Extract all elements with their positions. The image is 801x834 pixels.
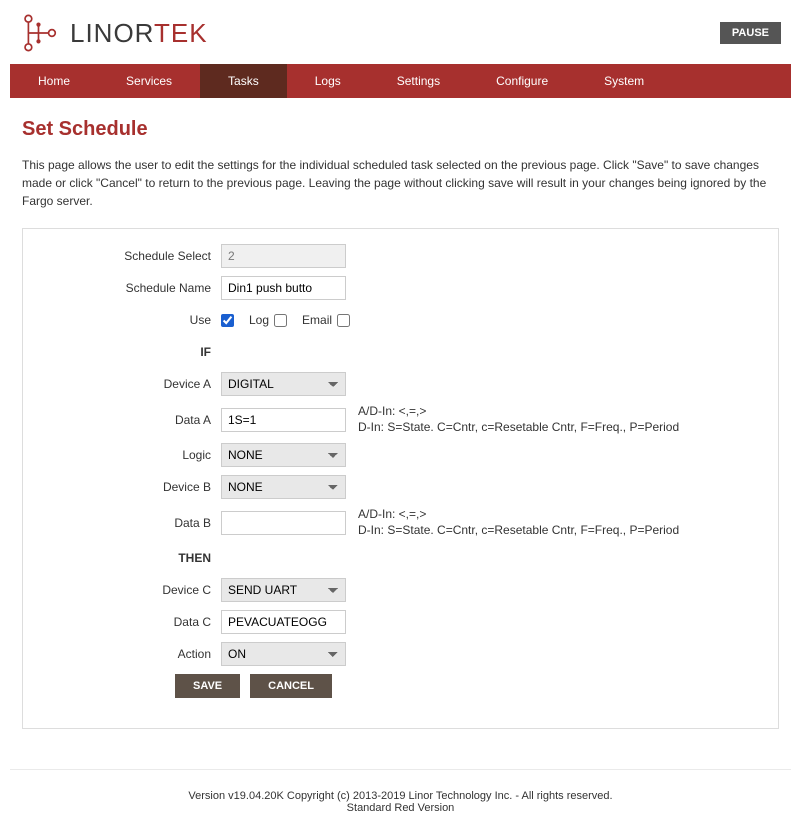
- save-button[interactable]: SAVE: [175, 674, 240, 698]
- hint-b: A/D-In: <,=,> D-In: S=State. C=Cntr, c=R…: [358, 507, 679, 538]
- cancel-button[interactable]: CANCEL: [250, 674, 332, 698]
- main-nav: Home Services Tasks Logs Settings Config…: [10, 64, 791, 98]
- logic-select[interactable]: NONE: [221, 443, 346, 467]
- footer: Version v19.04.20K Copyright (c) 2013-20…: [10, 769, 791, 834]
- data-b-input[interactable]: [221, 511, 346, 535]
- nav-configure[interactable]: Configure: [468, 64, 576, 98]
- data-c-input[interactable]: [221, 610, 346, 634]
- page-title: Set Schedule: [22, 118, 779, 141]
- nav-home[interactable]: Home: [10, 64, 98, 98]
- logic-label: Logic: [43, 448, 221, 462]
- footer-version: Standard Red Version: [10, 802, 791, 814]
- logo: LINORTEK: [20, 12, 208, 54]
- schedule-name-input[interactable]: [221, 276, 346, 300]
- pause-button[interactable]: PAUSE: [720, 22, 781, 44]
- action-label: Action: [43, 647, 221, 661]
- logo-icon: [20, 12, 62, 54]
- schedule-select-input[interactable]: [221, 244, 346, 268]
- if-label: IF: [43, 345, 221, 359]
- use-label: Use: [43, 313, 221, 327]
- data-b-label: Data B: [43, 516, 221, 530]
- nav-system[interactable]: System: [576, 64, 672, 98]
- device-b-select[interactable]: NONE: [221, 475, 346, 499]
- nav-settings[interactable]: Settings: [369, 64, 468, 98]
- email-label: Email: [302, 313, 332, 327]
- action-select[interactable]: ON: [221, 642, 346, 666]
- hint-a: A/D-In: <,=,> D-In: S=State. C=Cntr, c=R…: [358, 404, 679, 435]
- nav-tasks[interactable]: Tasks: [200, 64, 287, 98]
- nav-services[interactable]: Services: [98, 64, 200, 98]
- schedule-name-label: Schedule Name: [43, 281, 221, 295]
- logo-text: LINORTEK: [70, 18, 208, 49]
- device-c-label: Device C: [43, 583, 221, 597]
- data-a-label: Data A: [43, 413, 221, 427]
- device-c-select[interactable]: SEND UART: [221, 578, 346, 602]
- schedule-form: Schedule Select Schedule Name Use Log: [22, 228, 779, 729]
- device-a-label: Device A: [43, 377, 221, 391]
- log-checkbox[interactable]: [274, 314, 287, 327]
- use-checkbox[interactable]: [221, 314, 234, 327]
- nav-logs[interactable]: Logs: [287, 64, 369, 98]
- device-b-label: Device B: [43, 480, 221, 494]
- log-label: Log: [249, 313, 269, 327]
- then-label: THEN: [43, 551, 221, 565]
- device-a-select[interactable]: DIGITAL: [221, 372, 346, 396]
- footer-copyright: Version v19.04.20K Copyright (c) 2013-20…: [10, 790, 791, 802]
- page-description: This page allows the user to edit the se…: [22, 156, 779, 210]
- data-c-label: Data C: [43, 615, 221, 629]
- schedule-select-label: Schedule Select: [43, 249, 221, 263]
- data-a-input[interactable]: [221, 408, 346, 432]
- email-checkbox[interactable]: [337, 314, 350, 327]
